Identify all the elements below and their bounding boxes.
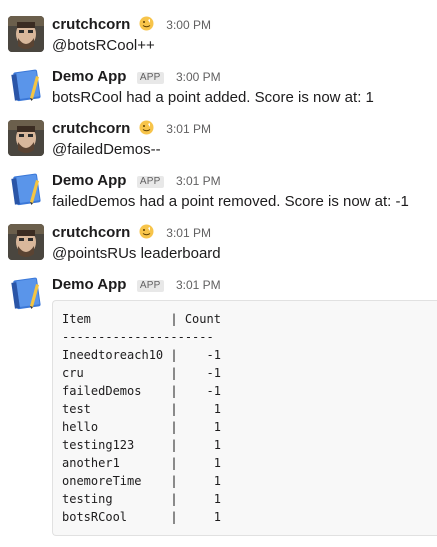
timestamp[interactable]: 3:01 PM: [166, 226, 211, 240]
notebook-app-icon[interactable]: [8, 68, 44, 104]
timestamp[interactable]: 3:01 PM: [166, 122, 211, 136]
sender-name[interactable]: crutchcorn: [52, 120, 130, 137]
user-avatar-icon[interactable]: [8, 16, 44, 52]
notebook-app-icon[interactable]: [8, 172, 44, 208]
status-emoji-icon[interactable]: [139, 224, 154, 239]
leaderboard-row: failedDemos | -1: [62, 384, 221, 398]
leaderboard-row: cru | -1: [62, 366, 221, 380]
app-badge: APP: [136, 280, 164, 292]
leaderboard-row: botsRCool | 1: [62, 510, 221, 524]
leaderboard-row: onemoreTime | 1: [62, 474, 221, 488]
user-avatar-icon[interactable]: [8, 120, 44, 156]
timestamp[interactable]: 3:01 PM: [176, 278, 221, 292]
leaderboard-row: testing123 | 1: [62, 438, 221, 452]
sender-name[interactable]: crutchcorn: [52, 224, 130, 241]
leaderboard-row: test | 1: [62, 402, 221, 416]
user-avatar-icon[interactable]: [8, 224, 44, 260]
message-text: botsRCool had a point added. Score is no…: [52, 89, 374, 106]
sender-name[interactable]: crutchcorn: [52, 16, 130, 33]
leaderboard-row: Ineedtoreach10 | -1: [62, 348, 221, 362]
message-text: failedDemos had a point removed. Score i…: [52, 193, 409, 210]
sender-name[interactable]: Demo App: [52, 276, 126, 293]
message-text: @failedDemos--: [52, 141, 161, 158]
message-text: @pointsRUs leaderboard: [52, 245, 221, 262]
leaderboard-code-block: Item | Count --------------------- Ineedto…: [52, 300, 437, 536]
message-text: @botsRCool++: [52, 37, 155, 54]
timestamp[interactable]: 3:00 PM: [176, 70, 221, 84]
leaderboard-row: testing | 1: [62, 492, 221, 506]
timestamp[interactable]: 3:00 PM: [166, 18, 211, 32]
leaderboard-row: another1 | 1: [62, 456, 221, 470]
leaderboard-row: hello | 1: [62, 420, 221, 434]
app-badge: APP: [136, 72, 164, 84]
leaderboard-header: Item | Count: [62, 312, 221, 326]
notebook-app-icon[interactable]: [8, 276, 44, 312]
status-emoji-icon[interactable]: [139, 120, 154, 135]
status-emoji-icon[interactable]: [139, 16, 154, 31]
timestamp[interactable]: 3:01 PM: [176, 174, 221, 188]
sender-name[interactable]: Demo App: [52, 172, 126, 189]
leaderboard-divider: ---------------------: [62, 330, 214, 344]
sender-name[interactable]: Demo App: [52, 68, 126, 85]
app-badge: APP: [136, 176, 164, 188]
